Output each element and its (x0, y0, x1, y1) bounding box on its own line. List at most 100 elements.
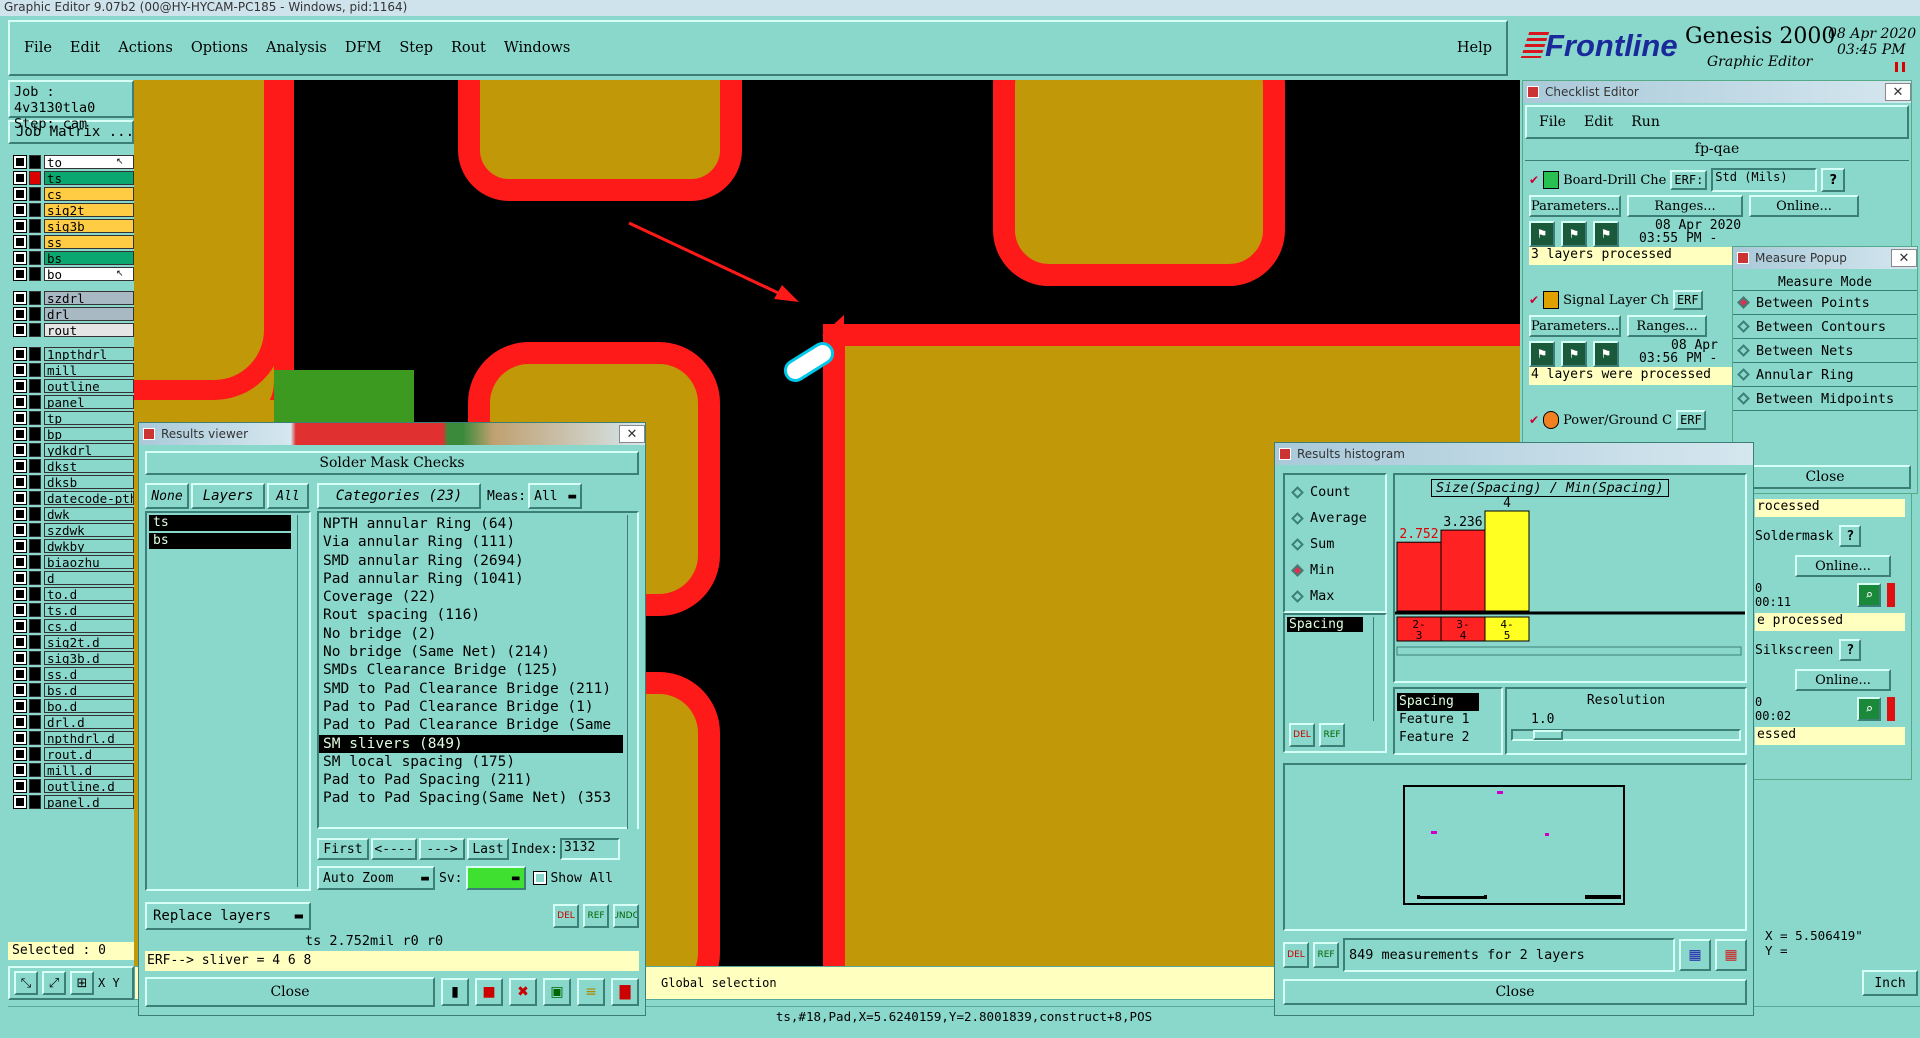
layer-name[interactable]: drl.d (44, 715, 134, 729)
results-close-button[interactable]: Close (145, 977, 435, 1007)
layer-result-item[interactable]: bs (149, 533, 291, 549)
layer-checkbox[interactable] (13, 267, 27, 281)
menu-dfm[interactable]: DFM (345, 40, 382, 56)
layer-name[interactable]: szdrl (44, 291, 134, 305)
category-item[interactable]: SMD annular Ring (2694) (319, 552, 623, 570)
layer-row[interactable]: panel.d (13, 794, 134, 810)
layer-color-swatch[interactable] (29, 155, 41, 169)
layer-color-swatch[interactable] (29, 427, 41, 441)
layer-row[interactable]: cs.d (13, 618, 134, 634)
radio-icon[interactable] (1291, 563, 1304, 577)
layer-color-swatch[interactable] (29, 587, 41, 601)
layer-checkbox[interactable] (13, 155, 27, 169)
parameters-button[interactable]: Parameters... (1529, 195, 1621, 217)
histogram-bar[interactable] (1440, 529, 1486, 612)
layer-checkbox[interactable] (13, 683, 27, 697)
layer-checkbox[interactable] (13, 251, 27, 265)
layer-row[interactable]: dwkby (13, 538, 134, 554)
category-item[interactable]: No bridge (2) (319, 625, 623, 643)
layer-checkbox[interactable] (13, 571, 27, 585)
layer-name[interactable]: cs.d (44, 619, 134, 633)
measure-mode-option[interactable]: Between Nets (1733, 339, 1917, 363)
sv-color-dropdown[interactable]: ▬ (466, 866, 527, 890)
menu-edit[interactable]: Edit (70, 40, 100, 56)
histogram-list-item[interactable]: Spacing (1287, 617, 1363, 632)
layer-name[interactable]: mill (44, 363, 134, 377)
layer-checkbox[interactable] (13, 235, 27, 249)
delete-icon[interactable]: DEL (1283, 942, 1309, 968)
layer-checkbox[interactable] (13, 795, 27, 809)
prev-button[interactable]: <---- (371, 838, 417, 860)
layer-checkbox[interactable] (13, 763, 27, 777)
all-button[interactable]: All (267, 483, 309, 509)
layer-color-swatch[interactable] (29, 507, 41, 521)
layer-color-swatch[interactable] (29, 795, 41, 809)
histogram-mode-option[interactable]: Average (1291, 505, 1377, 531)
layer-name[interactable]: bp (44, 427, 134, 441)
layer-color-swatch[interactable] (29, 267, 41, 281)
layer-name[interactable]: rout.d (44, 747, 134, 761)
layer-name[interactable]: dkst (44, 459, 134, 473)
layer-color-swatch[interactable] (29, 475, 41, 489)
layer-name[interactable]: dksb (44, 475, 134, 489)
delete-icon[interactable]: DEL (553, 904, 579, 928)
layer-row[interactable]: to ↖ (13, 154, 134, 170)
layer-color-swatch[interactable] (29, 323, 41, 337)
size-feature-1[interactable]: Feature 1 (1397, 711, 1499, 729)
close-icon[interactable]: ✕ (619, 425, 645, 443)
radio-icon[interactable] (1737, 344, 1750, 357)
category-item[interactable]: Coverage (22) (319, 588, 623, 606)
layer-name[interactable]: bs.d (44, 683, 134, 697)
layer-result-item[interactable]: ts (149, 515, 291, 531)
histogram-list-scrollbar[interactable] (1373, 617, 1383, 721)
undo-icon[interactable]: UNDO (613, 904, 639, 928)
layer-checkbox[interactable] (13, 539, 27, 553)
layer-row[interactable]: mill (13, 362, 134, 378)
layer-row[interactable]: dkst (13, 458, 134, 474)
layer-row[interactable]: ts (13, 170, 134, 186)
layer-row[interactable]: ts.d (13, 602, 134, 618)
online-button[interactable]: Online... (1795, 555, 1891, 577)
layer-name[interactable]: ss (44, 235, 134, 249)
layer-name[interactable]: ydkdrl (44, 443, 134, 457)
layer-checkbox[interactable] (13, 635, 27, 649)
zoom-icon[interactable]: ⌕ (1857, 697, 1882, 721)
close-icon[interactable]: ✕ (1885, 83, 1911, 101)
category-item[interactable]: Pad to Pad Spacing(Same Net) (353 (319, 789, 623, 807)
layer-checkbox[interactable] (13, 427, 27, 441)
layer-row[interactable]: bo ↖ (13, 266, 134, 282)
histogram-print-icon[interactable]: ▦ (1715, 939, 1747, 971)
layer-row[interactable]: bs.d (13, 682, 134, 698)
layer-row[interactable]: bo.d (13, 698, 134, 714)
layer-row[interactable]: d (13, 570, 134, 586)
layer-row[interactable]: sig2t (13, 202, 134, 218)
layer-name[interactable]: npthdrl.d (44, 731, 134, 745)
layer-color-swatch[interactable] (29, 379, 41, 393)
layer-color-swatch[interactable] (29, 251, 41, 265)
histogram-mode-option[interactable]: Min (1291, 557, 1377, 583)
grid-icon[interactable]: ⊞ (70, 971, 94, 995)
layer-checkbox[interactable] (13, 587, 27, 601)
first-button[interactable]: First (317, 838, 369, 860)
histogram-bar[interactable] (1396, 541, 1442, 612)
measure-mode-option[interactable]: Between Points (1733, 291, 1917, 315)
layer-icon[interactable]: ▣ (543, 978, 571, 1006)
export-icon[interactable]: ▮ (441, 978, 469, 1006)
meas-dropdown[interactable]: All ▬ (528, 483, 583, 509)
radio-icon[interactable] (1291, 589, 1304, 603)
category-item[interactable]: SM slivers (849) (319, 734, 623, 753)
layer-checkbox[interactable] (13, 507, 27, 521)
layer-checkbox[interactable] (13, 619, 27, 633)
radio-icon[interactable] (1737, 320, 1750, 333)
measure-mode-option[interactable]: Annular Ring (1733, 363, 1917, 387)
layer-row[interactable]: dksb (13, 474, 134, 490)
layer-row[interactable]: bs (13, 250, 134, 266)
close-icon[interactable]: ✕ (1891, 249, 1917, 267)
radio-icon[interactable] (1291, 537, 1304, 551)
run-icon[interactable]: ⚑ (1593, 341, 1619, 367)
layer-checkbox[interactable] (13, 747, 27, 761)
layer-row[interactable]: outline.d (13, 778, 134, 794)
layer-checkbox[interactable] (13, 363, 27, 377)
layer-color-swatch[interactable] (29, 779, 41, 793)
run-icon[interactable]: ⚑ (1529, 221, 1555, 247)
